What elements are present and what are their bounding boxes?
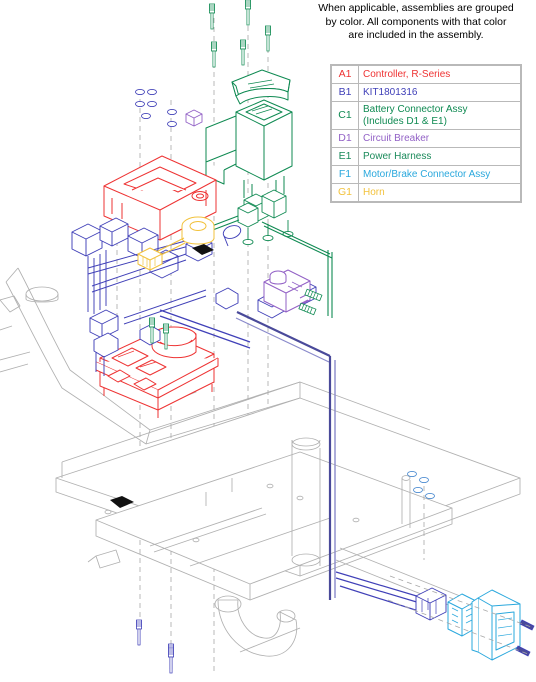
legend-desc-f1: Motor/Brake Connector Assy bbox=[358, 165, 521, 184]
wiring-harness-kit bbox=[71, 217, 447, 670]
legend-row-b1: B1 KIT1801316 bbox=[331, 83, 521, 102]
grouping-note: When applicable, assemblies are grouped … bbox=[296, 2, 536, 43]
legend-row-g1: G1 Horn bbox=[331, 183, 521, 202]
chassis-frame bbox=[0, 267, 521, 657]
fasteners-top-left bbox=[135, 88, 177, 128]
circuit-breaker bbox=[263, 269, 311, 313]
legend-row-d1: D1 Circuit Breaker bbox=[331, 129, 521, 148]
note-line-1: When applicable, assemblies are grouped bbox=[318, 2, 514, 14]
legend-desc-b1: KIT1801316 bbox=[358, 83, 521, 102]
legend-code-a1: A1 bbox=[331, 65, 359, 84]
legend-desc-g1: Horn bbox=[358, 183, 521, 202]
legend-code-g1: G1 bbox=[331, 183, 359, 202]
legend-row-c1: C1 Battery Connector Assy (Includes D1 &… bbox=[331, 101, 521, 130]
legend-desc-d1: Circuit Breaker bbox=[358, 129, 521, 148]
horn bbox=[137, 216, 215, 271]
battery-connector-assy bbox=[205, 69, 293, 202]
note-line-3: are included in the assembly. bbox=[348, 29, 484, 41]
note-line-2: by color. All components with that color bbox=[325, 15, 507, 28]
motor-connector-pins bbox=[515, 619, 535, 657]
deck-screw bbox=[167, 647, 175, 674]
power-harness-terminals bbox=[195, 189, 333, 318]
motor-brake-connector-assy bbox=[447, 589, 521, 661]
legend-code-e1: E1 bbox=[331, 147, 359, 166]
legend-desc-c1: Battery Connector Assy (Includes D1 & E1… bbox=[358, 101, 521, 130]
fasteners-motor-area bbox=[407, 470, 435, 500]
legend-desc-c1-line1: Battery Connector Assy bbox=[363, 104, 468, 115]
green-screws-top bbox=[208, 0, 272, 68]
legend-row-f1: F1 Motor/Brake Connector Assy bbox=[331, 165, 521, 184]
legend-code-d1: D1 bbox=[331, 129, 359, 148]
diagram-page: When applicable, assemblies are grouped … bbox=[0, 0, 536, 682]
legend-code-c1: C1 bbox=[331, 101, 359, 130]
breaker-spring-terminals bbox=[298, 288, 323, 316]
legend-desc-e1: Power Harness bbox=[358, 147, 521, 166]
legend-row-e1: E1 Power Harness bbox=[331, 147, 521, 166]
controller-upper bbox=[103, 155, 217, 241]
legend-table: A1 Controller, R-Series B1 KIT1801316 C1… bbox=[330, 64, 522, 203]
controller-r-series bbox=[95, 326, 219, 418]
legend-row-a1: A1 Controller, R-Series bbox=[331, 65, 521, 84]
legend-code-f1: F1 bbox=[331, 165, 359, 184]
legend-desc-a1: Controller, R-Series bbox=[358, 65, 521, 84]
legend-desc-c1-line2: (Includes D1 & E1) bbox=[363, 115, 447, 127]
green-screws-mid bbox=[148, 317, 170, 350]
grommet bbox=[185, 109, 203, 127]
legend-code-b1: B1 bbox=[331, 83, 359, 102]
assembly-guide-lines bbox=[116, 8, 269, 672]
motor-guide-lines bbox=[387, 486, 535, 655]
orientation-marker bbox=[192, 244, 214, 255]
